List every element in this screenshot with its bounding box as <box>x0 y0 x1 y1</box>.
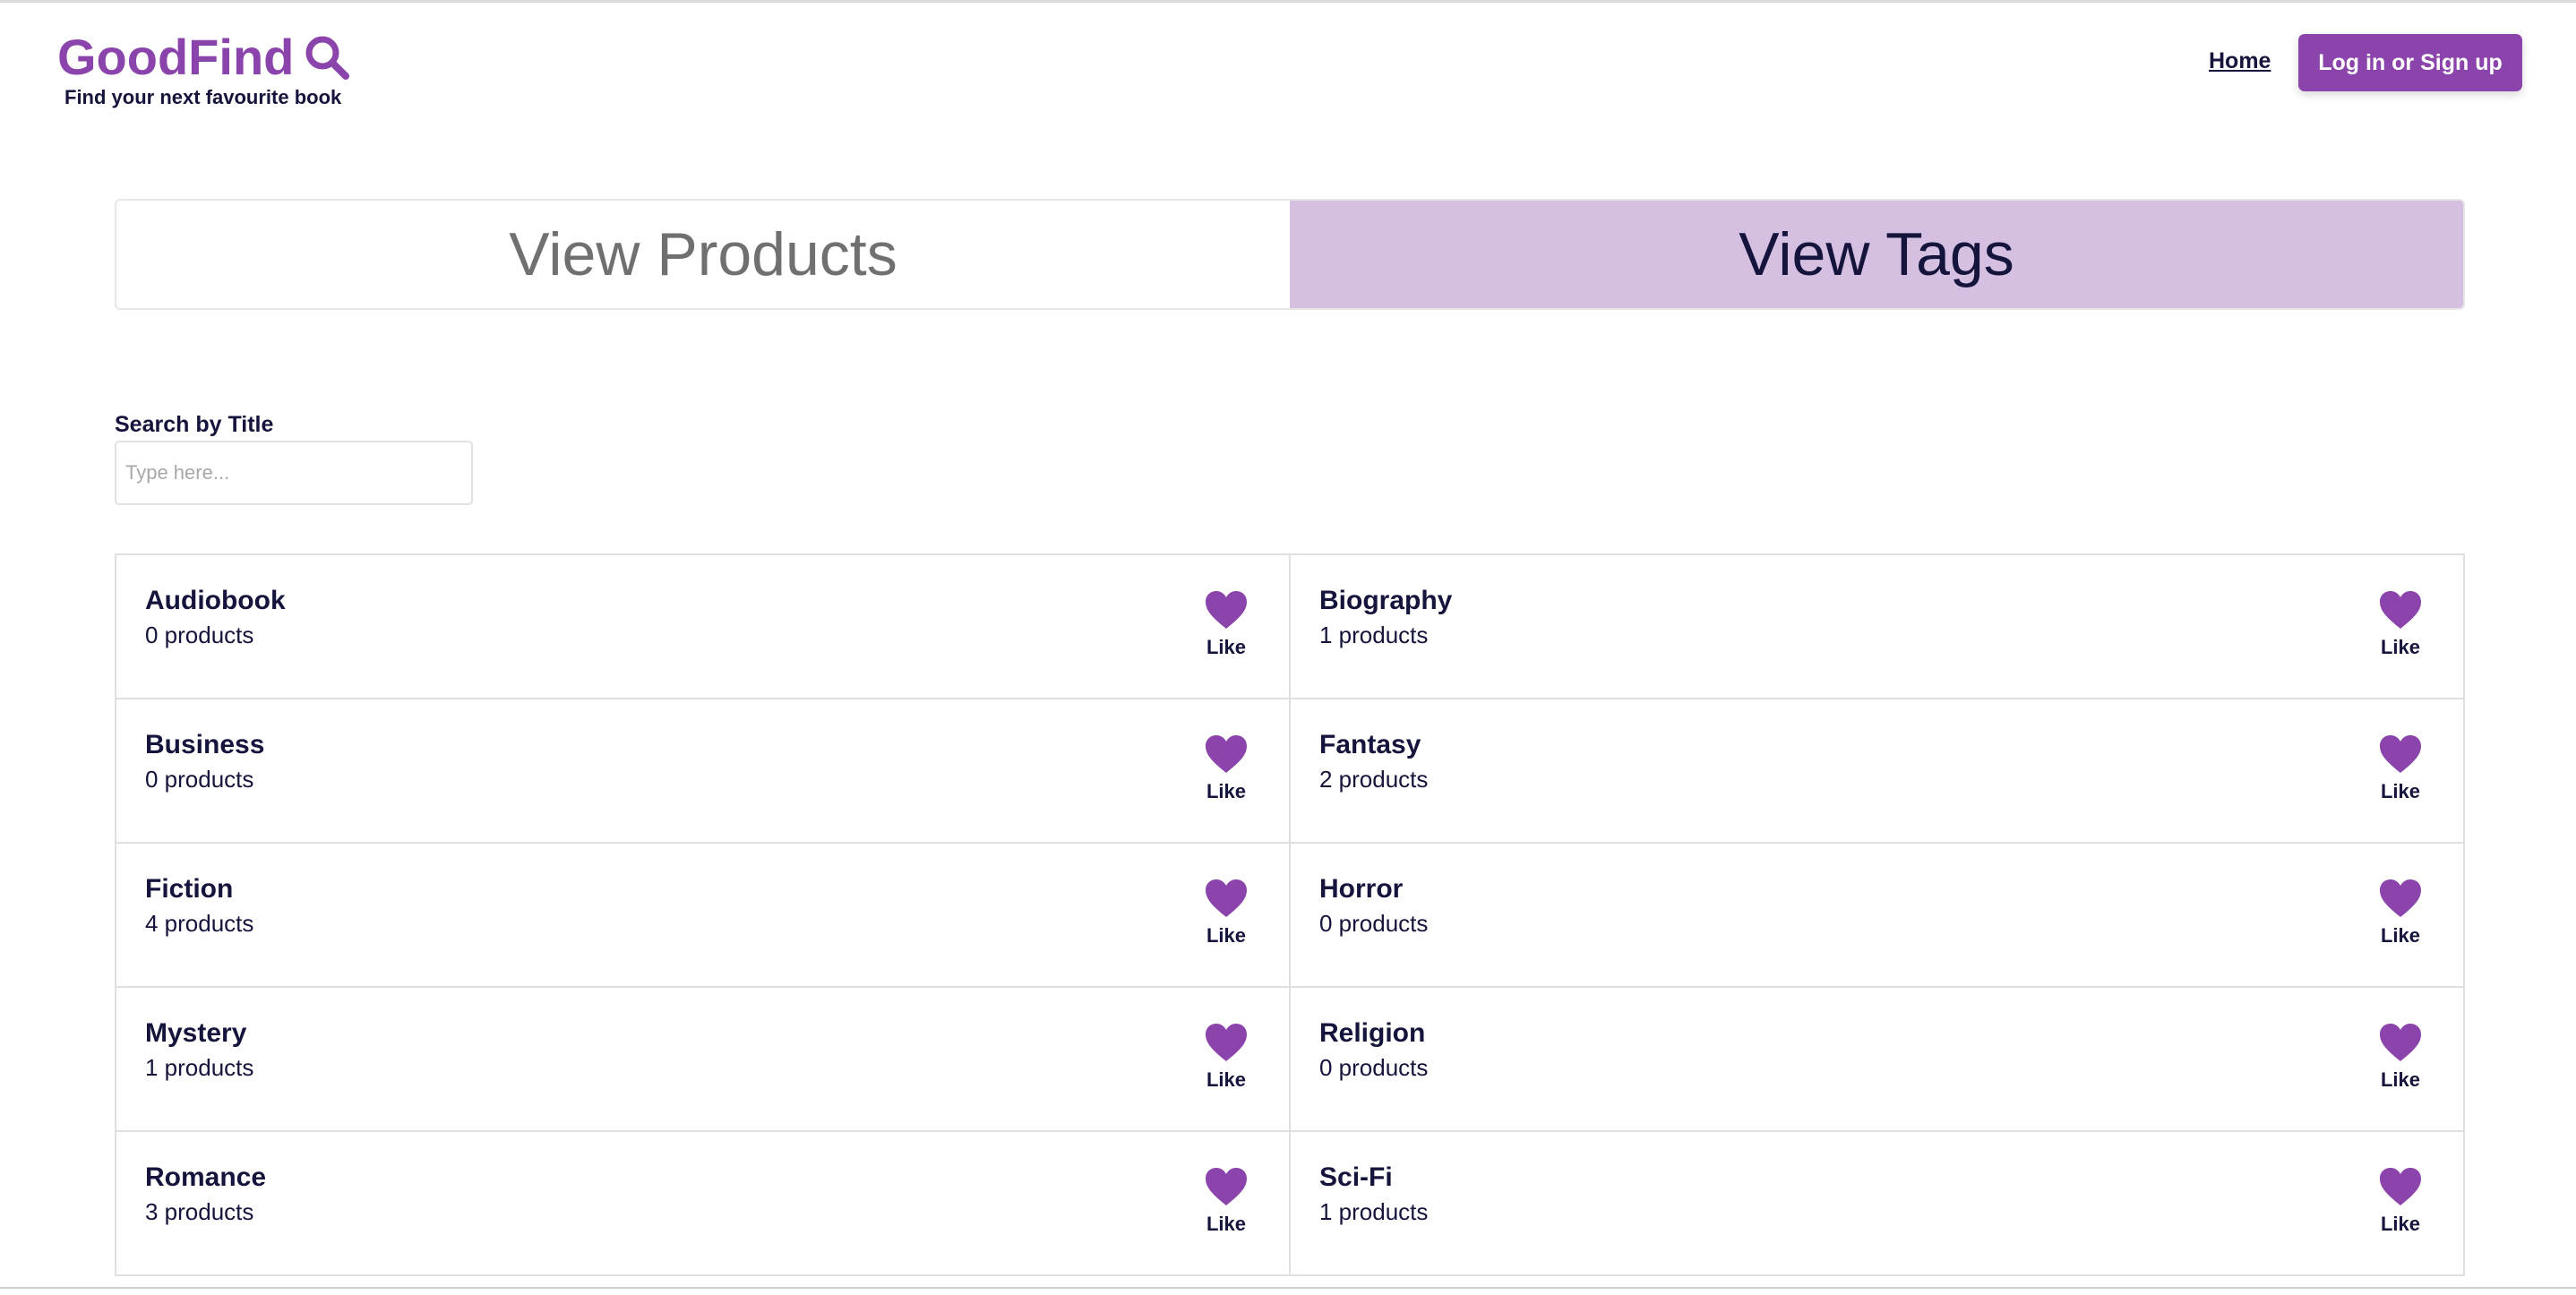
tag-product-count: 2 products <box>1319 766 1429 793</box>
search-icon <box>305 36 349 80</box>
like-button[interactable]: Like <box>2374 878 2427 948</box>
tag-card[interactable]: Horror 0 products Like <box>1291 844 2465 988</box>
tag-product-count: 3 products <box>145 1198 254 1225</box>
tag-product-count: 0 products <box>145 622 254 648</box>
tag-card[interactable]: Mystery 1 products Like <box>116 988 1291 1132</box>
like-button[interactable]: Like <box>2374 1022 2427 1092</box>
search-input[interactable] <box>115 441 473 505</box>
like-button[interactable]: Like <box>1199 589 1253 659</box>
tag-card[interactable]: Romance 3 products Like <box>116 1132 1291 1276</box>
like-button[interactable]: Like <box>2374 589 2427 659</box>
like-button[interactable]: Like <box>1199 878 1253 948</box>
heart-icon <box>1206 879 1247 917</box>
heart-icon <box>2380 735 2421 773</box>
login-signup-button[interactable]: Log in or Sign up <box>2298 34 2522 91</box>
tag-card[interactable]: Biography 1 products Like <box>1291 555 2465 699</box>
like-button[interactable]: Like <box>2374 733 2427 803</box>
tag-product-count: 1 products <box>1319 1198 1429 1225</box>
tag-name: Sci-Fi <box>1319 1162 1393 1192</box>
tag-name: Religion <box>1319 1018 1426 1048</box>
tag-card[interactable]: Fantasy 2 products Like <box>1291 699 2465 844</box>
tab-view-tags[interactable]: View Tags <box>1290 201 2463 308</box>
tag-name: Romance <box>145 1162 267 1192</box>
like-button[interactable]: Like <box>1199 733 1253 803</box>
bottom-divider <box>0 1287 2576 1289</box>
tag-card[interactable]: Fiction 4 products Like <box>116 844 1291 988</box>
like-label: Like <box>2380 1068 2421 1091</box>
heart-icon <box>2380 1168 2421 1205</box>
like-label: Like <box>1206 1068 1247 1091</box>
heart-icon <box>1206 1168 1247 1205</box>
tag-product-count: 1 products <box>1319 622 1429 648</box>
tag-product-count: 0 products <box>1319 1054 1429 1081</box>
tag-product-count: 0 products <box>1319 910 1429 937</box>
view-tabs: View Products View Tags <box>115 199 2465 310</box>
tag-name: Audiobook <box>145 586 286 615</box>
tag-name: Horror <box>1319 874 1404 904</box>
like-label: Like <box>1206 924 1247 947</box>
like-button[interactable]: Like <box>1199 1166 1253 1236</box>
tag-name: Mystery <box>145 1018 247 1048</box>
like-label: Like <box>1206 1213 1247 1235</box>
tag-card[interactable]: Religion 0 products Like <box>1291 988 2465 1132</box>
tag-name: Biography <box>1319 586 1453 615</box>
tag-product-count: 1 products <box>145 1054 254 1081</box>
like-label: Like <box>2380 1213 2421 1235</box>
tag-product-count: 0 products <box>145 766 254 793</box>
logo-text: GoodFind <box>57 29 295 85</box>
search-label: Search by Title <box>115 412 274 437</box>
heart-icon <box>2380 1024 2421 1061</box>
tag-card[interactable]: Business 0 products Like <box>116 699 1291 844</box>
home-link[interactable]: Home <box>2209 48 2271 74</box>
like-button[interactable]: Like <box>2374 1166 2427 1236</box>
tag-product-count: 4 products <box>145 910 254 937</box>
heart-icon <box>1206 1024 1247 1061</box>
like-button[interactable]: Like <box>1199 1022 1253 1092</box>
heart-icon <box>1206 591 1247 629</box>
tag-card[interactable]: Audiobook 0 products Like <box>116 555 1291 699</box>
like-label: Like <box>1206 780 1247 802</box>
heart-icon <box>2380 591 2421 629</box>
tag-grid: Audiobook 0 products Like Biography 1 produc… <box>115 553 2465 1276</box>
like-label: Like <box>2380 924 2421 947</box>
logo[interactable]: GoodFind <box>57 27 350 88</box>
top-divider <box>0 0 2576 3</box>
like-label: Like <box>1206 636 1247 658</box>
tag-name: Fiction <box>145 874 234 904</box>
heart-icon <box>2380 879 2421 917</box>
tag-name: Fantasy <box>1319 730 1421 759</box>
like-label: Like <box>2380 780 2421 802</box>
tag-card[interactable]: Sci-Fi 1 products Like <box>1291 1132 2465 1276</box>
heart-icon <box>1206 735 1247 773</box>
tab-view-products[interactable]: View Products <box>116 201 1290 308</box>
tagline: Find your next favourite book <box>64 86 342 108</box>
like-label: Like <box>2380 636 2421 658</box>
tag-name: Business <box>145 730 265 759</box>
